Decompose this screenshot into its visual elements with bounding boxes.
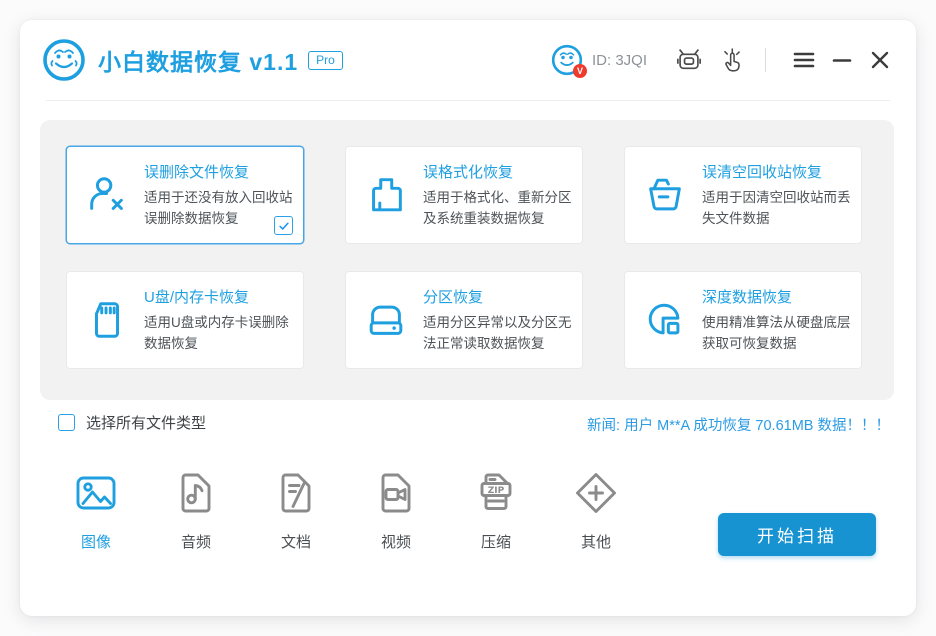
- card-desc: 适用于格式化、重新分区及系统重装数据恢复: [423, 189, 572, 226]
- select-all-label: 选择所有文件类型: [86, 415, 207, 432]
- filetype-row: 图像 音频 文档 视频 ZIP 压缩 其他: [46, 470, 646, 552]
- pro-badge: Pro: [308, 50, 343, 70]
- click-hand-icon[interactable]: [719, 47, 745, 73]
- deep-scan-icon: [643, 298, 687, 342]
- app-title: 小白数据恢复 v1.1: [98, 49, 299, 75]
- recycle-bin-icon: [643, 173, 687, 217]
- card-title: 误格式化恢复: [423, 163, 514, 181]
- filetype-label: 文档: [280, 534, 311, 551]
- zip-file-icon: ZIP: [473, 470, 519, 516]
- card-format-recovery[interactable]: 误格式化恢复 适用于格式化、重新分区及系统重装数据恢复: [345, 146, 583, 244]
- card-title: 误删除文件恢复: [144, 163, 250, 181]
- user-remove-icon: [85, 173, 129, 217]
- filetype-image[interactable]: 图像: [46, 470, 146, 552]
- sd-card-icon: [85, 298, 129, 342]
- app-window: 小白数据恢复 v1.1 Pro V ID: 3JQI 误删除文件恢复 适用于还没…: [20, 20, 916, 616]
- vip-badge: V: [572, 64, 587, 78]
- card-title: 分区恢复: [423, 288, 484, 306]
- card-title: 误清空回收站恢复: [702, 163, 823, 181]
- filetype-audio[interactable]: 音频: [146, 470, 246, 552]
- card-deleted-file-recovery[interactable]: 误删除文件恢复 适用于还没有放入回收站误删除数据恢复: [66, 146, 304, 244]
- format-brush-icon: [364, 173, 408, 217]
- news-ticker: 新闻: 用户 M**A 成功恢复 70.61MB 数据！！！: [587, 418, 890, 434]
- filetype-other[interactable]: 其他: [546, 470, 646, 552]
- card-deep-recovery[interactable]: 深度数据恢复 使用精准算法从硬盘底层获取可恢复数据: [624, 271, 862, 369]
- menu-button[interactable]: [792, 48, 816, 72]
- filetype-label: 其他: [580, 534, 611, 551]
- card-usb-sd-recovery[interactable]: U盘/内存卡恢复 适用U盘或内存卡误删除数据恢复: [66, 271, 304, 369]
- robot-assistant-icon[interactable]: [675, 46, 703, 74]
- app-logo-mascot-icon: [42, 38, 86, 82]
- filetype-label: 音频: [180, 534, 211, 551]
- filetype-label: 压缩: [480, 534, 511, 551]
- card-recycle-bin-recovery[interactable]: 误清空回收站恢复 适用于因清空回收站而丢失文件数据: [624, 146, 862, 244]
- card-desc: 适用U盘或内存卡误删除数据恢复: [144, 314, 289, 351]
- user-avatar[interactable]: V: [551, 44, 587, 78]
- filetype-label: 视频: [380, 534, 411, 551]
- start-scan-button[interactable]: 开始扫描: [718, 513, 876, 556]
- card-desc: 使用精准算法从硬盘底层获取可恢复数据: [702, 314, 851, 351]
- image-file-icon: [73, 470, 119, 516]
- document-file-icon: [273, 470, 319, 516]
- card-title: 深度数据恢复: [702, 288, 793, 306]
- close-button[interactable]: [868, 48, 892, 72]
- recovery-modes-panel: 误删除文件恢复 适用于还没有放入回收站误删除数据恢复 误格式化恢复 适用于格式化…: [40, 120, 894, 400]
- titlebar-divider: [765, 48, 766, 72]
- filetype-label: 图像: [80, 534, 111, 551]
- audio-file-icon: [173, 470, 219, 516]
- header-divider: [46, 100, 890, 101]
- minimize-button[interactable]: [830, 48, 854, 72]
- card-checkbox-checked[interactable]: [274, 216, 293, 235]
- filetype-zip[interactable]: ZIP 压缩: [446, 470, 546, 552]
- select-all-filetypes[interactable]: 选择所有文件类型: [58, 412, 206, 433]
- select-all-checkbox[interactable]: [58, 414, 75, 431]
- filetype-video[interactable]: 视频: [346, 470, 446, 552]
- card-title: U盘/内存卡恢复: [144, 288, 250, 306]
- other-file-icon: [573, 470, 619, 516]
- card-partition-recovery[interactable]: 分区恢复 适用分区异常以及分区无法正常读取数据恢复: [345, 271, 583, 369]
- card-desc: 适用分区异常以及分区无法正常读取数据恢复: [423, 314, 572, 351]
- zip-text: ZIP: [488, 486, 505, 496]
- hard-drive-icon: [364, 298, 408, 342]
- card-desc: 适用于因清空回收站而丢失文件数据: [702, 189, 851, 226]
- user-id-label: ID: 3JQI: [591, 51, 647, 69]
- video-file-icon: [373, 470, 419, 516]
- filetype-document[interactable]: 文档: [246, 470, 346, 552]
- titlebar: 小白数据恢复 v1.1 Pro V ID: 3JQI: [20, 20, 916, 100]
